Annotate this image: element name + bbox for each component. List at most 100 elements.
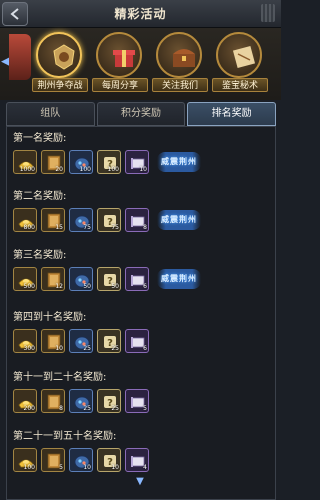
reward-item[interactable]: 6 (125, 329, 149, 353)
header: 精彩活动 (0, 0, 281, 28)
reward-quantity: 100 (107, 166, 119, 173)
title-badge: 威震荆州 (157, 152, 201, 172)
reward-quantity: 50 (83, 283, 91, 290)
reward-quantity: 50 (111, 283, 119, 290)
reward-item-row: 300 10 25? 25 6 (13, 329, 271, 353)
reward-quantity: 6 (143, 283, 147, 290)
reward-item[interactable]: 75 (69, 208, 93, 232)
gift-box-icon (96, 32, 142, 78)
reward-quantity: 75 (111, 224, 119, 231)
reward-item[interactable]: ? 25 (97, 329, 121, 353)
activity-label: 荆州争夺战 (32, 78, 88, 92)
tab-rank-rewards[interactable]: 排名奖励 (187, 102, 277, 126)
tab-bar: 组队 积分奖励 排名奖励 (6, 102, 277, 126)
reward-item[interactable]: 4 (125, 448, 149, 472)
reward-section: 第十一到二十名奖励: 200 8 25? 25 5 (13, 370, 271, 413)
reward-quantity: 15 (55, 224, 63, 231)
menu-icon[interactable] (261, 4, 275, 22)
reward-quantity: 25 (83, 345, 91, 352)
tab-points-rewards[interactable]: 积分奖励 (96, 102, 186, 126)
treasure-chest-icon (156, 32, 202, 78)
reward-item[interactable]: 25 (69, 389, 93, 413)
reward-item[interactable]: 12 (41, 267, 65, 291)
reward-item[interactable]: 15 (41, 208, 65, 232)
reward-quantity: 800 (23, 224, 35, 231)
reward-quantity: 300 (23, 345, 35, 352)
activity-carousel: ◀ 荆州争夺战 热 每周分享 关注我们 (0, 28, 281, 100)
reward-item[interactable]: 8 (41, 389, 65, 413)
activity-treasure-appraisal[interactable]: 鉴宝秘术 (212, 32, 268, 96)
reward-item[interactable]: 100 (69, 150, 93, 174)
reward-quantity: 10 (83, 464, 91, 471)
reward-section-title: 第二名奖励: (13, 191, 67, 202)
activity-follow-us[interactable]: 关注我们 (152, 32, 208, 96)
reward-quantity: 100 (23, 464, 35, 471)
reward-item[interactable]: 10 (125, 150, 149, 174)
reward-section: 第四到十名奖励: 300 10 25? 25 6 (13, 310, 271, 353)
reward-quantity: 200 (23, 405, 35, 412)
reward-item-row: 200 8 25? 25 5 (13, 389, 271, 413)
reward-quantity: 8 (59, 405, 63, 412)
reward-item[interactable]: ? 75 (97, 208, 121, 232)
scroll-down-icon[interactable]: ▼ (133, 476, 147, 487)
title-badge: 威震荆州 (157, 210, 201, 230)
jingzhou-emblem-icon (36, 32, 82, 78)
reward-quantity: 6 (143, 345, 147, 352)
reward-item[interactable]: ? 100 (97, 150, 121, 174)
reward-item-row: 800 15 75? 75 8 威震荆州 (13, 208, 271, 232)
reward-item[interactable]: 10 (41, 329, 65, 353)
page-title: 精彩活动 (114, 7, 167, 21)
reward-item[interactable]: 300 (13, 329, 37, 353)
reward-quantity: 8 (143, 224, 147, 231)
reward-item[interactable]: 500 (13, 267, 37, 291)
activity-partial-icon[interactable] (9, 34, 31, 80)
reward-item-row: 100 5 10 ? 10 4 (13, 448, 271, 472)
reward-item[interactable]: ? 50 (97, 267, 121, 291)
reward-item[interactable]: 8 (125, 208, 149, 232)
reward-item[interactable]: ? 10 (97, 448, 121, 472)
tab-team[interactable]: 组队 (6, 102, 95, 126)
reward-quantity: 25 (111, 405, 119, 412)
reward-section-title: 第二十一到五十名奖励: (13, 431, 117, 442)
reward-item-row: 500 12 50? 50 6 威震荆州 (13, 267, 271, 291)
reward-quantity: 5 (59, 464, 63, 471)
reward-quantity: 12 (55, 283, 63, 290)
reward-item-row: 1000 20 100? 100 10 威震荆州 (13, 150, 271, 174)
reward-quantity: 1000 (19, 166, 35, 173)
reward-item[interactable]: 1000 (13, 150, 37, 174)
reward-item[interactable]: ? 25 (97, 389, 121, 413)
title-badge: 威震荆州 (157, 269, 201, 289)
activity-label: 鉴宝秘术 (212, 78, 268, 92)
reward-section: 第三名奖励: 500 12 50? 50 6 威震荆州 (13, 248, 271, 291)
activity-label: 关注我们 (152, 78, 208, 92)
reward-section-title: 第十一到二十名奖励: (13, 372, 107, 383)
reward-item[interactable]: 800 (13, 208, 37, 232)
reward-item[interactable]: 25 (69, 329, 93, 353)
reward-quantity: 4 (143, 464, 147, 471)
reward-quantity: 75 (83, 224, 91, 231)
rank-rewards-panel[interactable]: 第一名奖励: 1000 20 100? 100 10 威震荆州 第二名奖励: 800 15 75? 7… (6, 126, 276, 500)
activity-jingzhou-battle[interactable]: 荆州争夺战 (32, 32, 88, 96)
reward-item[interactable]: 5 (41, 448, 65, 472)
reward-quantity: 25 (83, 405, 91, 412)
reward-item[interactable]: 10 (69, 448, 93, 472)
reward-section-title: 第三名奖励: (13, 250, 67, 261)
reward-section-title: 第一名奖励: (13, 133, 67, 144)
reward-item[interactable]: 6 (125, 267, 149, 291)
reward-quantity: 25 (111, 345, 119, 352)
reward-quantity: 100 (79, 166, 91, 173)
reward-item[interactable]: 200 (13, 389, 37, 413)
reward-quantity: 20 (55, 166, 63, 173)
reward-item[interactable]: 5 (125, 389, 149, 413)
reward-section: 第二名奖励: 800 15 75? 75 8 威震荆州 (13, 189, 271, 232)
activity-weekly-share[interactable]: 热 每周分享 (92, 32, 148, 96)
reward-item[interactable]: 50 (69, 267, 93, 291)
reward-item[interactable]: 20 (41, 150, 65, 174)
reward-quantity: 10 (139, 166, 147, 173)
activity-label: 每周分享 (92, 78, 148, 92)
reward-section-title: 第四到十名奖励: (13, 312, 87, 323)
reward-quantity: 10 (55, 345, 63, 352)
map-scroll-icon (216, 32, 262, 78)
reward-item[interactable]: 100 (13, 448, 37, 472)
reward-section: 第一名奖励: 1000 20 100? 100 10 威震荆州 (13, 131, 271, 174)
